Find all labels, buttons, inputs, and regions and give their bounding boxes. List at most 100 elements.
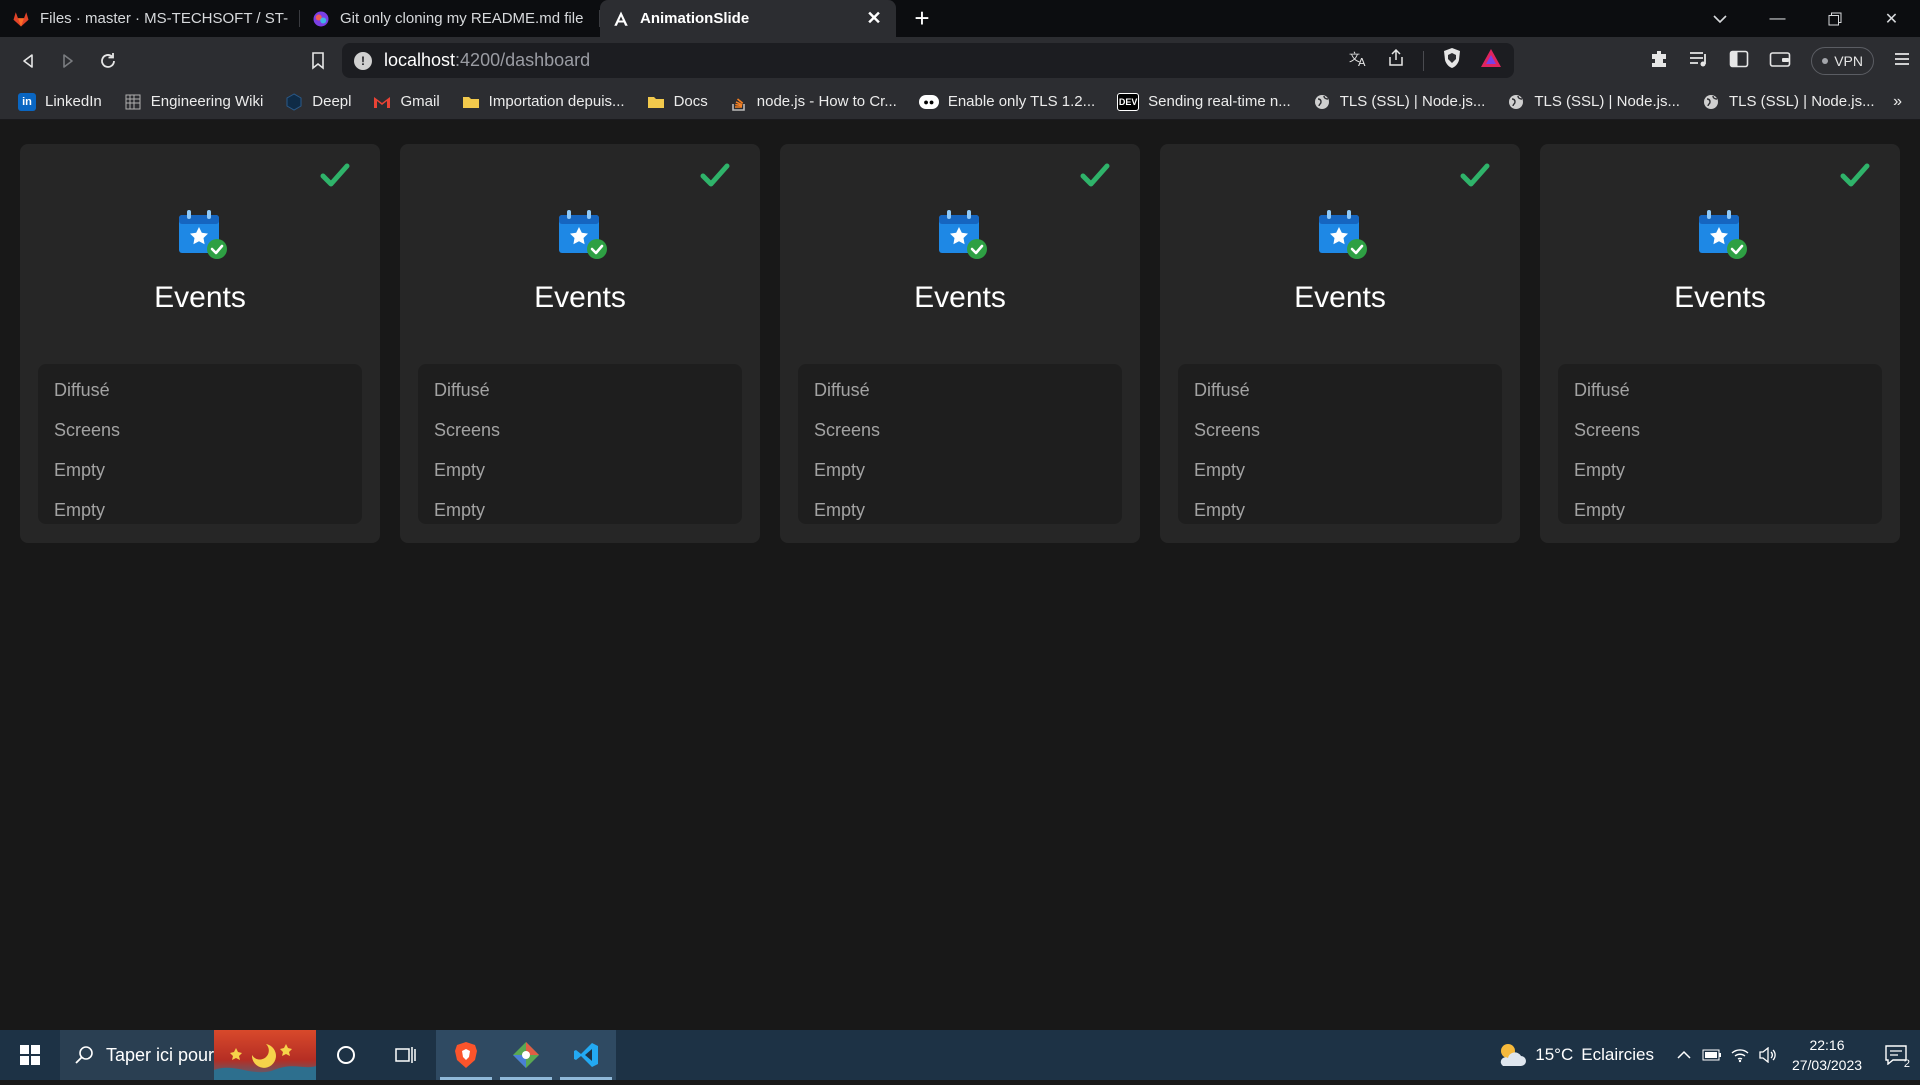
vpn-status-dot: [1822, 58, 1829, 64]
list-item[interactable]: Empty: [798, 450, 1122, 490]
event-card[interactable]: Events Diffusé Screens Empty Empty: [1160, 144, 1520, 543]
playlist-icon[interactable]: [1689, 50, 1709, 73]
calendar-star-icon: [1695, 207, 1749, 261]
gitlab-icon: [12, 10, 30, 28]
clock[interactable]: 22:16 27/03/2023: [1782, 1035, 1872, 1075]
dashboard-content: Events Diffusé Screens Empty Empty Events Diff…: [0, 120, 1920, 1030]
tab-strip: Files · master · MS-TECHSOFT / ST-DYN Gi…: [0, 0, 1920, 37]
list-item[interactable]: Empty: [1178, 450, 1502, 490]
list-item[interactable]: Diffusé: [38, 370, 362, 410]
bookmark-label: Sending real-time n...: [1148, 93, 1291, 110]
card-title: Events: [914, 281, 1006, 314]
list-item[interactable]: Diffusé: [1178, 370, 1502, 410]
windows-start-icon[interactable]: [0, 1030, 60, 1080]
list-item[interactable]: Diffusé: [798, 370, 1122, 410]
bookmark-deepl[interactable]: Deepl: [285, 92, 351, 111]
bookmark-engineering-wiki[interactable]: Engineering Wiki: [124, 93, 263, 111]
tab-animationslide[interactable]: AnimationSlide ✕: [600, 0, 896, 37]
chevron-up-icon[interactable]: [1670, 1030, 1698, 1080]
restore-icon[interactable]: [1806, 0, 1863, 37]
close-window-icon[interactable]: ✕: [1863, 0, 1920, 37]
notification-count: 2: [1903, 1058, 1910, 1070]
close-icon[interactable]: ✕: [864, 8, 884, 29]
stackoverflow-icon: [730, 93, 748, 111]
linkedin-icon: in: [18, 92, 36, 111]
cortana-icon[interactable]: [316, 1030, 376, 1080]
taskbar-search[interactable]: Taper ici pour: [60, 1030, 316, 1080]
bookmark-docs[interactable]: Docs: [647, 93, 708, 111]
minimize-icon[interactable]: —: [1749, 0, 1806, 37]
tab-title: Files · master · MS-TECHSOFT / ST-DYN: [40, 10, 288, 27]
list-item[interactable]: Screens: [1178, 410, 1502, 450]
list-item[interactable]: Empty: [1558, 450, 1882, 490]
weather-widget[interactable]: 15°C Eclaircies: [1497, 1042, 1654, 1068]
vscode-icon[interactable]: [556, 1030, 616, 1080]
bookmark-tls-nodejs-3[interactable]: TLS (SSL) | Node.js...: [1702, 93, 1875, 111]
url-host: localhost: [384, 50, 456, 70]
new-tab-button[interactable]: +: [902, 0, 942, 37]
wiki-icon: [124, 93, 142, 111]
list-item[interactable]: Diffusé: [1558, 370, 1882, 410]
git-app-icon[interactable]: [496, 1030, 556, 1080]
brave-browser-icon[interactable]: [436, 1030, 496, 1080]
tab-gitlab[interactable]: Files · master · MS-TECHSOFT / ST-DYN: [0, 0, 300, 37]
list-item[interactable]: Empty: [38, 490, 362, 530]
checkmark-icon: [1080, 160, 1110, 190]
volume-icon[interactable]: [1754, 1030, 1782, 1080]
globe-icon: [1313, 93, 1331, 111]
wallet-icon[interactable]: [1769, 50, 1791, 73]
list-item[interactable]: Screens: [1558, 410, 1882, 450]
bookmark-icon[interactable]: [300, 41, 336, 81]
list-item[interactable]: Screens: [418, 410, 742, 450]
sidebar-icon[interactable]: [1729, 50, 1749, 73]
bookmarks-overflow-button[interactable]: »: [1893, 84, 1902, 120]
event-card[interactable]: Events Diffusé Screens Empty Empty: [1540, 144, 1900, 543]
svg-text:A: A: [1358, 56, 1366, 67]
forward-icon[interactable]: [48, 41, 88, 81]
bookmark-enable-tls[interactable]: ●● Enable only TLS 1.2...: [918, 93, 1095, 110]
vpn-label: VPN: [1834, 53, 1863, 69]
list-item[interactable]: Empty: [798, 490, 1122, 530]
bookmark-nodejs-how-to[interactable]: node.js - How to Cr...: [730, 93, 897, 111]
event-card[interactable]: Events Diffusé Screens Empty Empty: [780, 144, 1140, 543]
notifications-icon[interactable]: 2: [1872, 1030, 1920, 1080]
bookmark-tls-nodejs-2[interactable]: TLS (SSL) | Node.js...: [1507, 93, 1680, 111]
bookmark-label: Importation depuis...: [488, 93, 625, 110]
list-item[interactable]: Empty: [38, 450, 362, 490]
vpn-button[interactable]: VPN: [1811, 47, 1874, 75]
list-item[interactable]: Empty: [418, 450, 742, 490]
share-icon[interactable]: [1387, 48, 1405, 72]
translate-icon[interactable]: 文A: [1349, 49, 1369, 72]
event-card[interactable]: Events Diffusé Screens Empty Empty: [400, 144, 760, 543]
bookmark-linkedin[interactable]: in LinkedIn: [18, 92, 102, 111]
battery-icon[interactable]: [1698, 1030, 1726, 1080]
event-card[interactable]: Events Diffusé Screens Empty Empty: [20, 144, 380, 543]
list-item[interactable]: Empty: [418, 490, 742, 530]
task-view-icon[interactable]: [376, 1030, 436, 1080]
wifi-icon[interactable]: [1726, 1030, 1754, 1080]
card-title: Events: [154, 281, 246, 314]
list-item[interactable]: Screens: [798, 410, 1122, 450]
menu-icon[interactable]: [1894, 51, 1910, 72]
list-item[interactable]: Empty: [1178, 490, 1502, 530]
reload-icon[interactable]: [88, 41, 128, 81]
list-item[interactable]: Empty: [1558, 490, 1882, 530]
extensions-icon[interactable]: [1649, 49, 1669, 74]
site-info-icon[interactable]: !: [354, 51, 372, 70]
card-title: Events: [1294, 281, 1386, 314]
globe-icon: [1702, 93, 1720, 111]
bookmark-gmail[interactable]: Gmail: [373, 93, 440, 111]
tab-stackoverflow[interactable]: Git only cloning my README.md file a: [300, 0, 600, 37]
brave-shield-icon[interactable]: [1442, 47, 1462, 74]
calendar-star-icon: [1315, 207, 1369, 261]
address-bar[interactable]: ! localhost:4200/dashboard 文A: [342, 43, 1514, 78]
clock-time: 22:16: [1809, 1037, 1845, 1053]
back-icon[interactable]: [8, 41, 48, 81]
list-item[interactable]: Screens: [38, 410, 362, 450]
bookmark-importation[interactable]: Importation depuis...: [462, 93, 625, 111]
chevron-down-icon[interactable]: [1700, 0, 1740, 37]
list-item[interactable]: Diffusé: [418, 370, 742, 410]
brave-rewards-icon[interactable]: [1480, 48, 1502, 73]
bookmark-tls-nodejs-1[interactable]: TLS (SSL) | Node.js...: [1313, 93, 1485, 111]
bookmark-sending-realtime[interactable]: DEV Sending real-time n...: [1117, 92, 1291, 111]
